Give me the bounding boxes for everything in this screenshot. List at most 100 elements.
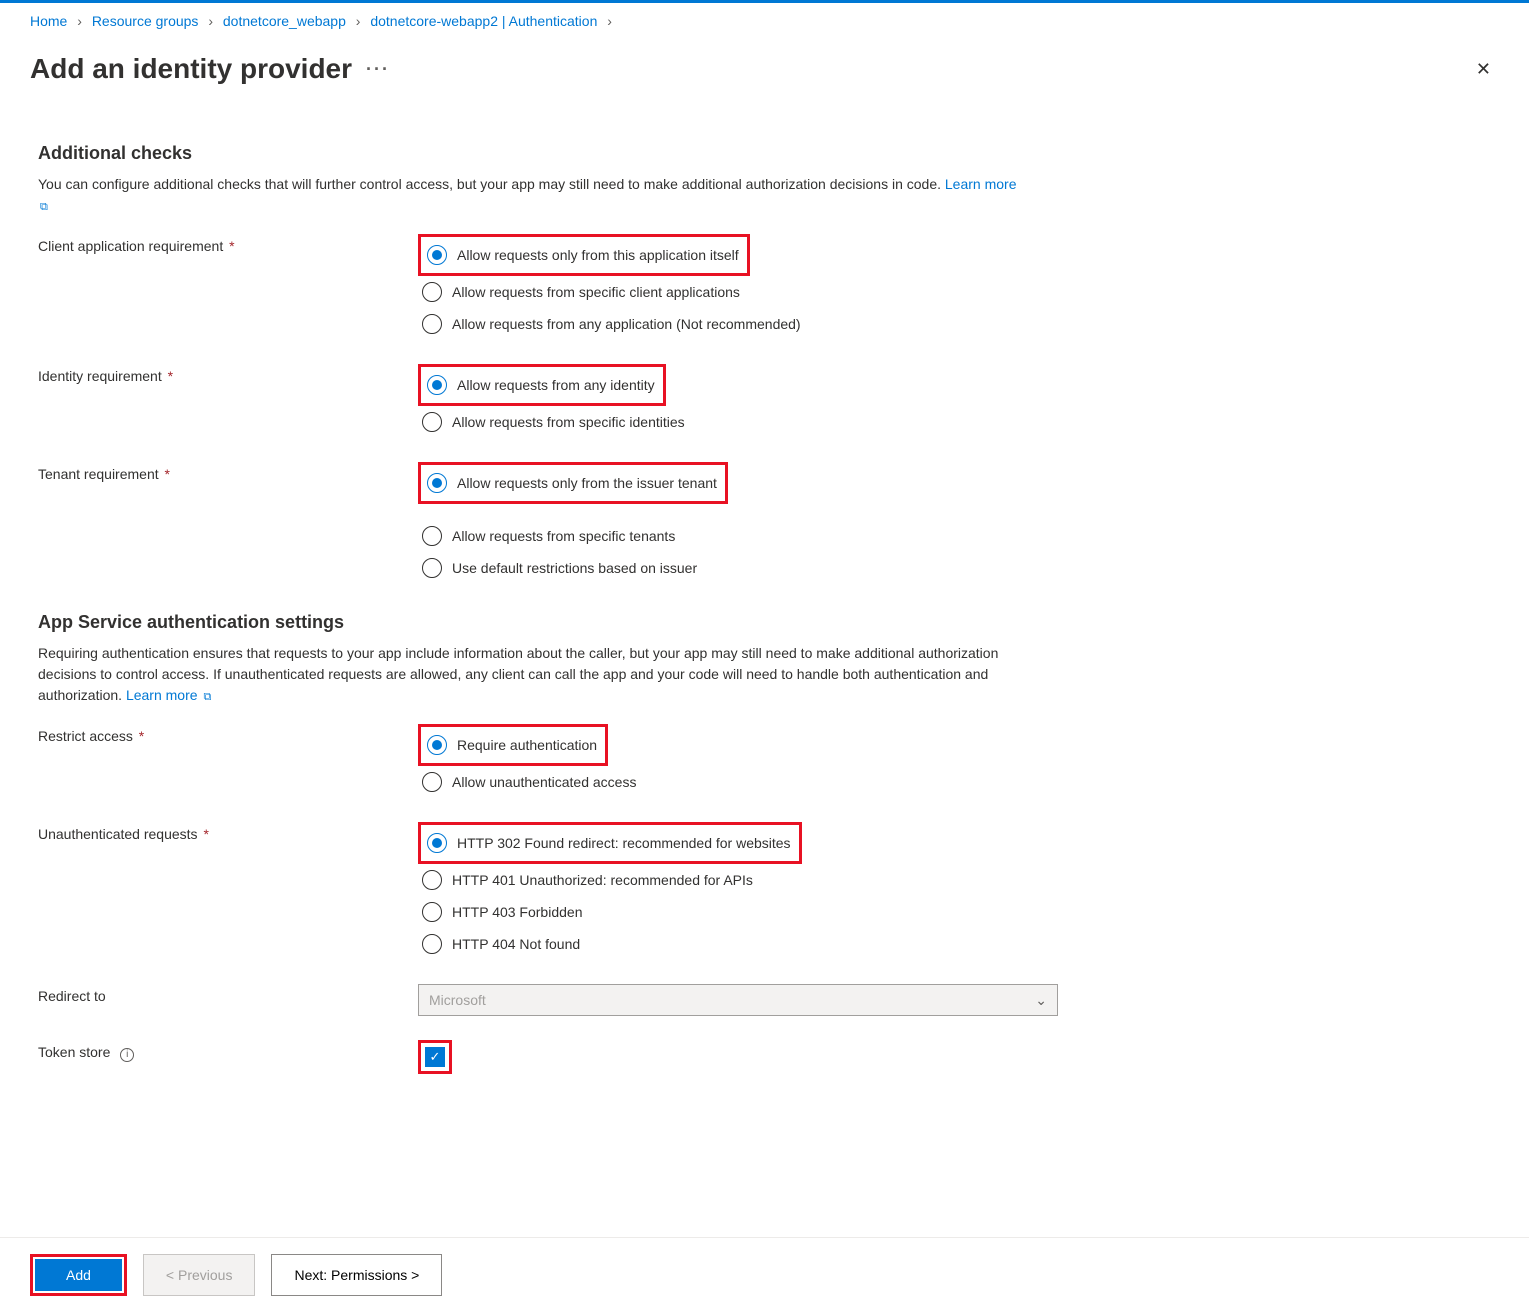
radio-label: Allow requests from any identity [457,377,655,393]
radio-label: HTTP 401 Unauthorized: recommended for A… [452,872,753,888]
external-link-icon: ⧉ [40,201,48,213]
restrict-options: Require authentication Allow unauthentic… [418,724,1491,798]
radio-client-app-itself[interactable]: Allow requests only from this applicatio… [423,239,743,271]
highlight-unauth-opt1: HTTP 302 Found redirect: recommended for… [418,822,802,864]
radio-icon [422,558,442,578]
chevron-down-icon: ⌄ [1035,992,1047,1009]
radio-label: Use default restrictions based on issuer [452,560,697,576]
label-restrict: Restrict access * [38,724,418,744]
radio-restrict-require[interactable]: Require authentication [423,729,601,761]
radio-icon [422,902,442,922]
chevron-right-icon: › [607,13,612,29]
section-desc-checks: You can configure additional checks that… [38,174,1028,216]
label-unauth: Unauthenticated requests * [38,822,418,842]
chevron-right-icon: › [356,13,361,29]
next-permissions-button[interactable]: Next: Permissions > [271,1254,442,1296]
radio-restrict-allow[interactable]: Allow unauthenticated access [418,766,1491,798]
radio-label: HTTP 302 Found redirect: recommended for… [457,835,791,851]
breadcrumb-webapp[interactable]: dotnetcore_webapp [223,13,346,29]
label-tenant: Tenant requirement * [38,462,418,482]
highlight-tenant-opt1: Allow requests only from the issuer tena… [418,462,728,504]
token-option: ✓ [418,1040,1491,1074]
breadcrumb-resource-groups[interactable]: Resource groups [92,13,199,29]
field-client-app: Client application requirement * Allow r… [38,234,1491,340]
radio-icon [422,412,442,432]
field-restrict: Restrict access * Require authentication… [38,724,1491,798]
required-asterisk: * [161,466,170,482]
check-icon: ✓ [430,1049,441,1065]
radio-icon [422,314,442,334]
page-header: Add an identity provider ··· ✕ [0,39,1529,115]
redirect-option: Microsoft ⌄ [418,984,1491,1016]
breadcrumb-authentication[interactable]: dotnetcore-webapp2 | Authentication [370,13,597,29]
radio-label: Allow requests from specific client appl… [452,284,740,300]
footer-actions: Add < Previous Next: Permissions > [0,1237,1529,1312]
required-asterisk: * [200,826,209,842]
highlight-token-checkbox: ✓ [418,1040,452,1074]
breadcrumb: Home › Resource groups › dotnetcore_weba… [0,3,1529,39]
radio-label: Allow requests from specific tenants [452,528,675,544]
field-identity: Identity requirement * Allow requests fr… [38,364,1491,438]
required-asterisk: * [225,238,234,254]
page-title-text: Add an identity provider [30,53,352,85]
tenant-options: Allow requests only from the issuer tena… [418,462,1491,584]
radio-label: Allow requests only from this applicatio… [457,247,739,263]
learn-more-auth[interactable]: Learn more ⧉ [126,687,211,703]
radio-client-any[interactable]: Allow requests from any application (Not… [418,308,1491,340]
radio-identity-any[interactable]: Allow requests from any identity [423,369,659,401]
label-redirect: Redirect to [38,984,418,1004]
section-heading-checks: Additional checks [38,143,1491,164]
unauth-options: HTTP 302 Found redirect: recommended for… [418,822,1491,960]
dropdown-value: Microsoft [429,992,486,1008]
info-icon[interactable]: i [120,1048,134,1062]
close-icon[interactable]: ✕ [1468,55,1499,84]
radio-tenant-issuer[interactable]: Allow requests only from the issuer tena… [423,467,721,499]
breadcrumb-home[interactable]: Home [30,13,67,29]
radio-tenant-default[interactable]: Use default restrictions based on issuer [418,552,1491,584]
chevron-right-icon: › [77,13,82,29]
highlight-client-app-opt1: Allow requests only from this applicatio… [418,234,750,276]
label-client-app: Client application requirement * [38,234,418,254]
radio-label: HTTP 403 Forbidden [452,904,582,920]
field-tenant: Tenant requirement * Allow requests only… [38,462,1491,584]
radio-icon [427,735,447,755]
radio-unauth-401[interactable]: HTTP 401 Unauthorized: recommended for A… [418,864,1491,896]
highlight-identity-opt1: Allow requests from any identity [418,364,666,406]
radio-label: HTTP 404 Not found [452,936,580,952]
label-identity: Identity requirement * [38,364,418,384]
radio-tenant-specific[interactable]: Allow requests from specific tenants [418,520,1491,552]
radio-label: Require authentication [457,737,597,753]
radio-label: Allow requests from specific identities [452,414,685,430]
redirect-dropdown[interactable]: Microsoft ⌄ [418,984,1058,1016]
radio-icon [422,870,442,890]
chevron-right-icon: › [208,13,213,29]
more-icon[interactable]: ··· [366,59,390,80]
radio-label: Allow requests only from the issuer tena… [457,475,717,491]
radio-icon [422,282,442,302]
radio-unauth-302[interactable]: HTTP 302 Found redirect: recommended for… [423,827,795,859]
add-button[interactable]: Add [35,1259,122,1291]
radio-unauth-404[interactable]: HTTP 404 Not found [418,928,1491,960]
radio-icon [427,375,447,395]
radio-unauth-403[interactable]: HTTP 403 Forbidden [418,896,1491,928]
page-title: Add an identity provider ··· [30,53,390,85]
content-area: Additional checks You can configure addi… [0,143,1529,1178]
radio-icon [427,245,447,265]
radio-icon [427,833,447,853]
highlight-restrict-opt1: Require authentication [418,724,608,766]
field-token: Token store i ✓ [38,1040,1491,1074]
external-link-icon: ⧉ [203,691,211,703]
field-unauth: Unauthenticated requests * HTTP 302 Foun… [38,822,1491,960]
required-asterisk: * [135,728,144,744]
previous-button[interactable]: < Previous [143,1254,256,1296]
section-desc-auth: Requiring authentication ensures that re… [38,643,1028,706]
token-store-checkbox[interactable]: ✓ [425,1047,445,1067]
required-asterisk: * [164,368,173,384]
section-heading-auth: App Service authentication settings [38,612,1491,633]
radio-client-specific[interactable]: Allow requests from specific client appl… [418,276,1491,308]
radio-identity-specific[interactable]: Allow requests from specific identities [418,406,1491,438]
radio-icon [422,526,442,546]
radio-icon [422,772,442,792]
field-redirect: Redirect to Microsoft ⌄ [38,984,1491,1016]
radio-icon [427,473,447,493]
